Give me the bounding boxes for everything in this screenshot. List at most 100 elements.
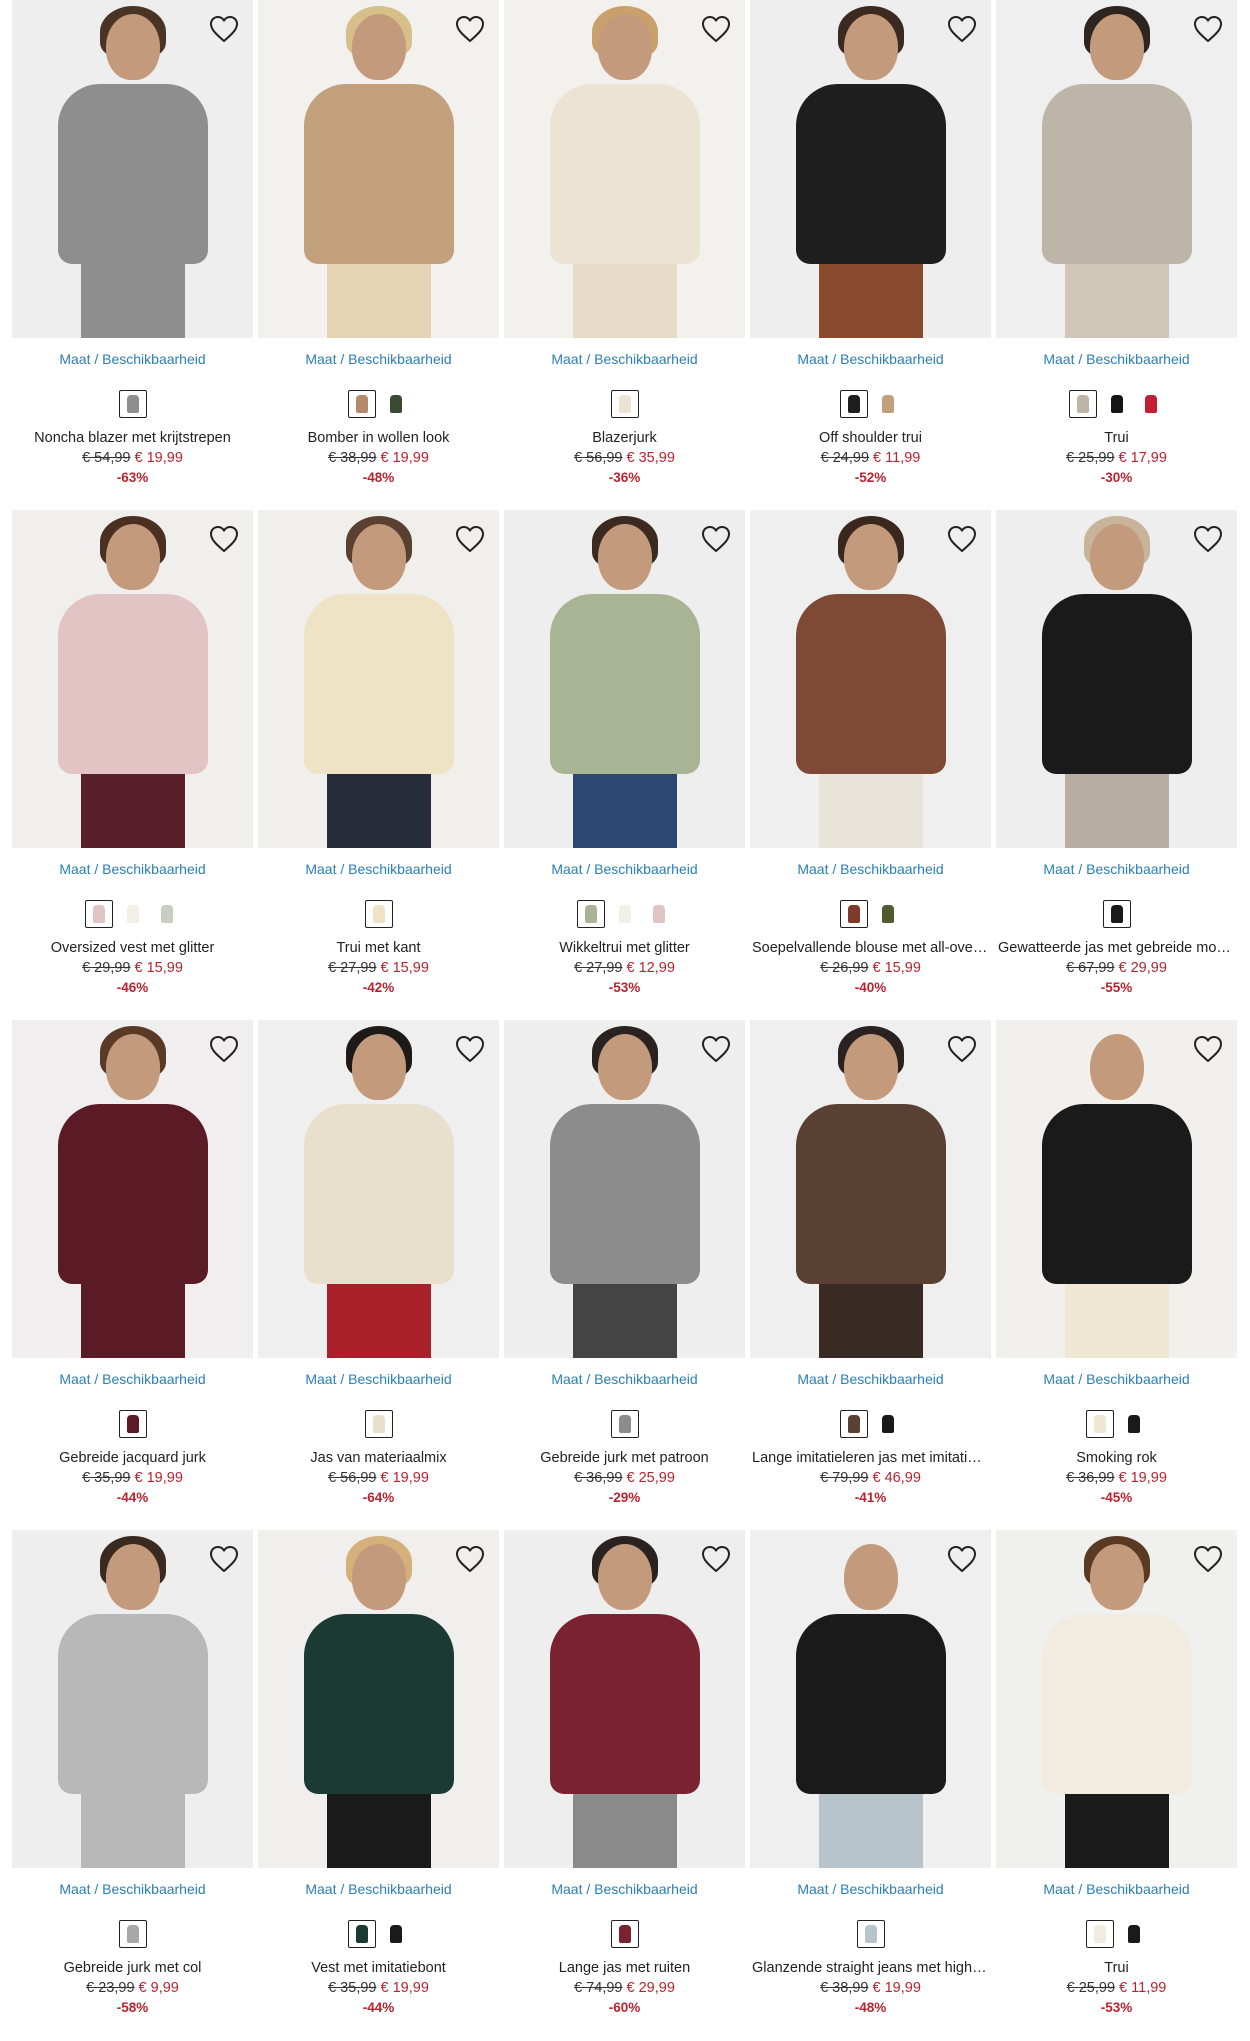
product-name[interactable]: Blazerjurk <box>504 429 745 448</box>
product-image[interactable] <box>504 0 745 338</box>
product-name[interactable]: Bomber in wollen look <box>258 429 499 448</box>
size-availability-link[interactable]: Maat / Beschikbaarheid <box>258 861 499 879</box>
size-availability-link[interactable]: Maat / Beschikbaarheid <box>750 1371 991 1389</box>
color-swatch[interactable] <box>839 1410 868 1438</box>
product-name[interactable]: Gebreide jurk met patroon <box>504 1449 745 1468</box>
color-swatch[interactable] <box>610 390 639 418</box>
color-swatch[interactable] <box>1102 900 1131 928</box>
color-swatch[interactable] <box>347 1920 376 1948</box>
product-image[interactable] <box>750 0 991 338</box>
product-image[interactable] <box>258 0 499 338</box>
wishlist-heart-icon[interactable] <box>699 522 733 556</box>
product-card[interactable]: Maat / Beschikbaarheid Noncha blazer met … <box>12 0 253 510</box>
product-card[interactable]: Maat / Beschikbaarheid Gebreide jurk met … <box>504 1020 745 1530</box>
color-swatch[interactable] <box>347 390 376 418</box>
product-card[interactable]: Maat / Beschikbaarheid Soepelvallende blo… <box>750 510 991 1020</box>
color-swatch[interactable] <box>118 390 147 418</box>
wishlist-heart-icon[interactable] <box>699 1032 733 1066</box>
color-swatch[interactable] <box>119 900 147 928</box>
size-availability-link[interactable]: Maat / Beschikbaarheid <box>750 351 991 369</box>
product-image[interactable] <box>996 0 1237 338</box>
size-availability-link[interactable]: Maat / Beschikbaarheid <box>258 351 499 369</box>
product-card[interactable]: Maat / Beschikbaarheid Smoking rok € 36,99… <box>996 1020 1237 1530</box>
wishlist-heart-icon[interactable] <box>945 1032 979 1066</box>
color-swatch[interactable] <box>839 390 868 418</box>
wishlist-heart-icon[interactable] <box>945 522 979 556</box>
wishlist-heart-icon[interactable] <box>207 12 241 46</box>
wishlist-heart-icon[interactable] <box>945 12 979 46</box>
color-swatch[interactable] <box>118 1920 147 1948</box>
wishlist-heart-icon[interactable] <box>207 522 241 556</box>
product-image[interactable] <box>996 510 1237 848</box>
size-availability-link[interactable]: Maat / Beschikbaarheid <box>996 1881 1237 1899</box>
color-swatch[interactable] <box>610 1410 639 1438</box>
product-card[interactable]: Maat / Beschikbaarheid Wikkeltrui met gli… <box>504 510 745 1020</box>
color-swatch[interactable] <box>382 1920 410 1948</box>
wishlist-heart-icon[interactable] <box>453 1542 487 1576</box>
wishlist-heart-icon[interactable] <box>453 12 487 46</box>
size-availability-link[interactable]: Maat / Beschikbaarheid <box>12 861 253 879</box>
size-availability-link[interactable]: Maat / Beschikbaarheid <box>258 1881 499 1899</box>
product-image[interactable] <box>504 510 745 848</box>
size-availability-link[interactable]: Maat / Beschikbaarheid <box>750 861 991 879</box>
color-swatch[interactable] <box>364 900 393 928</box>
product-card[interactable]: Maat / Beschikbaarheid Vest met imitatieb… <box>258 1530 499 2040</box>
color-swatch[interactable] <box>1085 1410 1114 1438</box>
color-swatch[interactable] <box>153 900 181 928</box>
product-name[interactable]: Vest met imitatiebont <box>258 1959 499 1978</box>
color-swatch[interactable] <box>839 900 868 928</box>
color-swatch[interactable] <box>1120 1920 1148 1948</box>
color-swatch[interactable] <box>1103 390 1131 418</box>
size-availability-link[interactable]: Maat / Beschikbaarheid <box>996 351 1237 369</box>
product-name[interactable]: Jas van materiaalmix <box>258 1449 499 1468</box>
size-availability-link[interactable]: Maat / Beschikbaarheid <box>504 351 745 369</box>
wishlist-heart-icon[interactable] <box>699 1542 733 1576</box>
wishlist-heart-icon[interactable] <box>945 1542 979 1576</box>
color-swatch[interactable] <box>576 900 605 928</box>
color-swatch[interactable] <box>84 900 113 928</box>
product-card[interactable]: Maat / Beschikbaarheid Bomber in wollen l… <box>258 0 499 510</box>
color-swatch[interactable] <box>364 1410 393 1438</box>
product-card[interactable]: Maat / Beschikbaarheid Jas van materiaalm… <box>258 1020 499 1530</box>
product-card[interactable]: Maat / Beschikbaarheid Trui met kant € 27,… <box>258 510 499 1020</box>
wishlist-heart-icon[interactable] <box>1191 522 1225 556</box>
product-image[interactable] <box>12 0 253 338</box>
color-swatch[interactable] <box>611 900 639 928</box>
color-swatch[interactable] <box>874 900 902 928</box>
product-name[interactable]: Gebreide jurk met col <box>12 1959 253 1978</box>
product-card[interactable]: Maat / Beschikbaarheid Trui € 25,99 € 11,9… <box>996 1530 1237 2040</box>
size-availability-link[interactable]: Maat / Beschikbaarheid <box>504 861 745 879</box>
product-image[interactable] <box>750 1530 991 1868</box>
wishlist-heart-icon[interactable] <box>453 1032 487 1066</box>
size-availability-link[interactable]: Maat / Beschikbaarheid <box>504 1371 745 1389</box>
color-swatch[interactable] <box>1137 390 1165 418</box>
size-availability-link[interactable]: Maat / Beschikbaarheid <box>504 1881 745 1899</box>
product-name[interactable]: Trui <box>996 429 1237 448</box>
product-card[interactable]: Maat / Beschikbaarheid Lange jas met ruit… <box>504 1530 745 2040</box>
product-image[interactable] <box>996 1530 1237 1868</box>
product-image[interactable] <box>12 1020 253 1358</box>
wishlist-heart-icon[interactable] <box>1191 1542 1225 1576</box>
size-availability-link[interactable]: Maat / Beschikbaarheid <box>996 861 1237 879</box>
size-availability-link[interactable]: Maat / Beschikbaarheid <box>12 1371 253 1389</box>
product-name[interactable]: Trui <box>996 1959 1237 1978</box>
color-swatch[interactable] <box>1068 390 1097 418</box>
product-name[interactable]: Smoking rok <box>996 1449 1237 1468</box>
product-image[interactable] <box>750 510 991 848</box>
product-card[interactable]: Maat / Beschikbaarheid Glanzende straight… <box>750 1530 991 2040</box>
size-availability-link[interactable]: Maat / Beschikbaarheid <box>12 1881 253 1899</box>
product-card[interactable]: Maat / Beschikbaarheid Lange imitatielere… <box>750 1020 991 1530</box>
color-swatch[interactable] <box>118 1410 147 1438</box>
product-name[interactable]: Soepelvallende blouse met all-over print <box>750 939 991 958</box>
size-availability-link[interactable]: Maat / Beschikbaarheid <box>258 1371 499 1389</box>
product-name[interactable]: Gewatteerde jas met gebreide mouwen <box>996 939 1237 958</box>
product-image[interactable] <box>504 1530 745 1868</box>
product-image[interactable] <box>996 1020 1237 1358</box>
color-swatch[interactable] <box>645 900 673 928</box>
product-name[interactable]: Oversized vest met glitter <box>12 939 253 958</box>
wishlist-heart-icon[interactable] <box>699 12 733 46</box>
product-card[interactable]: Maat / Beschikbaarheid Trui € 25,99 € 17,9… <box>996 0 1237 510</box>
color-swatch[interactable] <box>382 390 410 418</box>
product-card[interactable]: Maat / Beschikbaarheid Gebreide jacquard … <box>12 1020 253 1530</box>
product-image[interactable] <box>258 510 499 848</box>
